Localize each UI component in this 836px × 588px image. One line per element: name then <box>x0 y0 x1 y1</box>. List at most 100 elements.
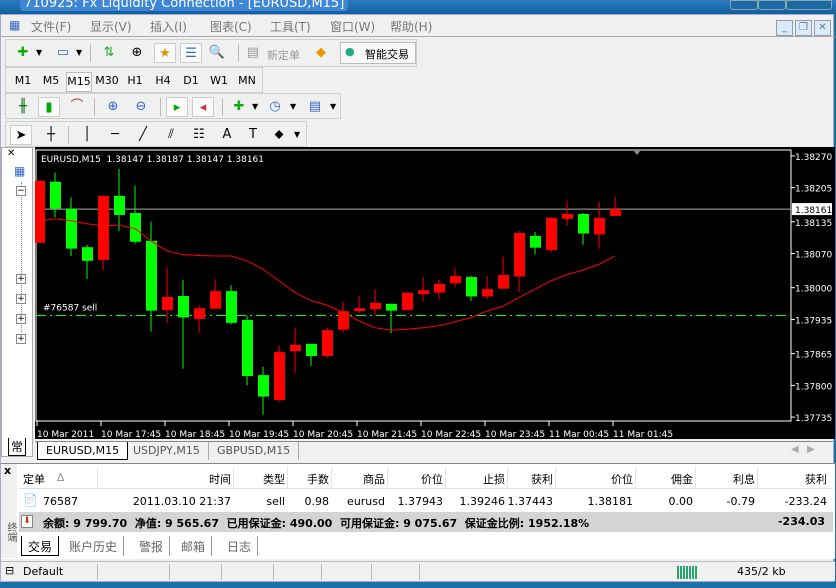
close-window-button[interactable] <box>786 0 832 10</box>
column-header[interactable]: 类型 <box>263 471 285 487</box>
tab-alerts[interactable]: 警报 <box>133 536 171 556</box>
periods-clock-icon[interactable]: ◷ <box>264 97 286 117</box>
new-order-icon[interactable]: ▤ <box>242 43 264 63</box>
navigator-icon[interactable]: ★ <box>154 43 176 63</box>
y-tick-label: 1.38205 <box>795 185 832 195</box>
candlestick-chart[interactable]: #76587 sell 1.38270 1.38205 1.38135 1.38070 1… <box>34 147 835 440</box>
tab-account-history[interactable]: 账户历史 <box>63 536 125 556</box>
warning-icon[interactable]: ◆ <box>310 43 332 63</box>
timeframe-m5[interactable]: M5 <box>38 72 64 92</box>
trendline-icon[interactable]: ╱ <box>132 125 154 145</box>
candle-body <box>258 375 269 397</box>
collapse-icon[interactable]: − <box>16 186 26 196</box>
chevron-down-icon[interactable]: ▼ <box>36 43 42 63</box>
profile-name[interactable]: Default <box>23 565 63 578</box>
auto-scroll-icon[interactable]: ▸ <box>166 97 188 117</box>
table-cell: 1.37443 <box>507 495 554 508</box>
table-row[interactable]: 📄 76587 2011.03.10 21:37 sell 0.98 eurusd 1.3… <box>19 490 833 512</box>
candle-body <box>194 308 205 319</box>
navigator-tab-common[interactable]: 常 <box>8 438 27 456</box>
column-header[interactable]: 定单 <box>23 471 45 487</box>
zoom-in-icon[interactable]: ⊕ <box>102 97 124 117</box>
expand-icon[interactable]: + <box>16 334 26 344</box>
arrows-icon[interactable]: ⬥ <box>268 125 290 145</box>
profiles-icon[interactable]: ▭ <box>52 43 74 63</box>
candlestick-chart-icon[interactable]: ▮ <box>38 97 60 117</box>
close-icon[interactable]: ✕ <box>7 148 15 159</box>
fibonacci-icon[interactable]: ☷ <box>188 125 210 145</box>
mdi-restore-button[interactable]: ❐ <box>795 20 812 36</box>
bar-chart-icon[interactable]: ╫ <box>12 97 34 117</box>
market-watch-icon[interactable]: ⇅ <box>98 43 120 63</box>
expand-icon[interactable]: + <box>16 274 26 284</box>
text-label-icon[interactable]: T <box>242 125 264 145</box>
column-header[interactable]: 价位 <box>421 471 443 487</box>
timeframe-h4[interactable]: H4 <box>150 72 176 92</box>
menu-charts[interactable]: 图表(C) <box>210 18 252 35</box>
mdi-minimize-button[interactable]: _ <box>776 20 793 36</box>
menu-tools[interactable]: 工具(T) <box>270 18 311 35</box>
column-header[interactable]: 价位 <box>611 471 633 487</box>
zoom-out-icon[interactable]: ⊖ <box>130 97 152 117</box>
chevron-down-icon[interactable]: ▼ <box>290 97 296 117</box>
timeframe-w1[interactable]: W1 <box>206 72 232 92</box>
expand-icon[interactable]: + <box>16 314 26 324</box>
equidistant-channel-icon[interactable]: ⫽ <box>160 125 182 145</box>
menu-help[interactable]: 帮助(H) <box>390 18 432 35</box>
mdi-close-button[interactable]: ✕ <box>814 20 831 36</box>
expert-advisors-button[interactable]: ● 智能交易 <box>340 42 416 64</box>
tab-mailbox[interactable]: 邮箱 <box>175 536 213 556</box>
timeframe-d1[interactable]: D1 <box>178 72 204 92</box>
templates-icon[interactable]: ▤ <box>304 97 326 117</box>
terminal-icon[interactable]: ☰ <box>180 43 202 63</box>
timeframe-h1[interactable]: H1 <box>122 72 148 92</box>
column-header[interactable]: 商品 <box>363 471 385 487</box>
column-header[interactable]: 获利 <box>531 471 553 487</box>
chart-tab-gbpusd[interactable]: GBPUSD,M15 <box>209 442 300 460</box>
minimize-window-button[interactable] <box>730 0 758 10</box>
vertical-line-icon[interactable]: │ <box>76 125 98 145</box>
chart-window[interactable]: #76587 sell 1.38270 1.38205 1.38135 1.38070 1… <box>34 147 835 440</box>
chevron-down-icon[interactable]: ▼ <box>330 97 336 117</box>
tab-trade[interactable]: 交易 <box>21 536 60 556</box>
maximize-window-button[interactable] <box>758 0 786 10</box>
data-window-icon[interactable]: ⊕ <box>126 43 148 63</box>
line-chart-icon[interactable]: ⌒ <box>66 97 88 117</box>
column-header[interactable]: 时间 <box>209 471 231 487</box>
chevron-down-icon[interactable]: ▼ <box>252 97 258 117</box>
timeframe-m30[interactable]: M30 <box>94 72 120 92</box>
tab-journal[interactable]: 日志 <box>221 536 259 556</box>
column-header[interactable]: 佣金 <box>671 471 693 487</box>
chart-tab-eurusd[interactable]: EURUSD,M15 <box>37 442 129 460</box>
timeframe-m15[interactable]: M15 <box>66 72 92 92</box>
expand-icon[interactable]: + <box>16 294 26 304</box>
column-header[interactable]: 止损 <box>483 471 505 487</box>
scroll-right-icon[interactable]: ▶ <box>807 444 815 455</box>
status-divider <box>371 564 372 580</box>
scroll-left-icon[interactable]: ◀ <box>791 444 799 455</box>
crosshair-icon[interactable]: ┼ <box>40 125 62 145</box>
menu-view[interactable]: 显示(V) <box>90 18 132 35</box>
horizontal-line-icon[interactable]: ─ <box>104 125 126 145</box>
indicators-icon[interactable]: ✚ <box>228 97 250 117</box>
chart-shift-icon[interactable]: ◂ <box>192 97 214 117</box>
close-icon[interactable]: x <box>4 464 11 477</box>
chevron-down-icon[interactable]: ▼ <box>76 43 82 63</box>
strategy-tester-icon[interactable]: 🔍 <box>206 43 228 63</box>
menu-window[interactable]: 窗口(W) <box>330 18 375 35</box>
column-header[interactable]: 手数 <box>307 471 329 487</box>
menu-insert[interactable]: 插入(I) <box>150 18 187 35</box>
new-chart-icon[interactable]: ✚ <box>12 43 34 63</box>
new-order-button[interactable]: 新定单 <box>267 47 300 63</box>
text-icon[interactable]: A <box>216 125 238 145</box>
column-divider <box>331 467 332 489</box>
timeframe-m1[interactable]: M1 <box>10 72 36 92</box>
timeframe-mn[interactable]: MN <box>234 72 260 92</box>
chevron-down-icon[interactable]: ▼ <box>294 125 300 145</box>
column-header[interactable]: 获利 <box>805 471 827 487</box>
column-header[interactable]: 利息 <box>733 471 755 487</box>
chart-tab-usdjpy[interactable]: USDJPY,M15 <box>125 442 209 460</box>
chart-window-icon[interactable]: ▦ <box>9 18 20 32</box>
cursor-icon[interactable]: ➤ <box>10 125 32 145</box>
menu-file[interactable]: 文件(F) <box>31 18 71 35</box>
